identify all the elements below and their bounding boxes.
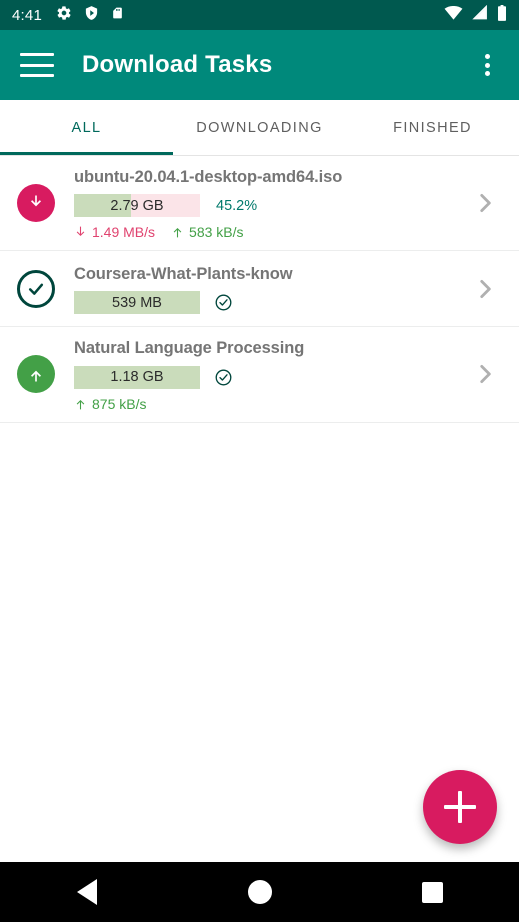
task-status-icon-wrap — [14, 269, 58, 308]
upload-arrow-circle-icon[interactable] — [17, 355, 55, 394]
task-size: 1.18 GB — [110, 369, 164, 386]
progress-bar: 2.79 GB — [74, 194, 200, 218]
plus-icon-vertical — [458, 791, 462, 823]
table-row[interactable]: ubuntu-20.04.1-desktop-amd64.iso 2.79 GB… — [0, 156, 519, 252]
phone-screen: 4:41 Download Tasks ALL DOWNLOADING FINI… — [0, 0, 519, 922]
tab-active-indicator — [0, 152, 173, 155]
upload-speed: 583 kB/s — [171, 224, 244, 241]
upload-speed: 875 kB/s — [74, 396, 146, 412]
app-bar: Download Tasks — [0, 30, 519, 100]
status-bar-left-icons — [56, 5, 124, 26]
gear-icon — [56, 5, 72, 26]
back-triangle-icon — [76, 879, 97, 905]
task-status-icon-wrap — [14, 355, 58, 394]
upload-arrow-icon — [173, 228, 182, 238]
battery-icon — [497, 4, 507, 26]
sd-card-icon — [111, 5, 124, 26]
task-size: 539 MB — [112, 294, 162, 311]
task-title: Coursera-What-Plants-know — [74, 265, 293, 284]
home-circle-icon — [247, 880, 272, 904]
upload-arrow-icon — [76, 399, 85, 409]
download-speed: 1.49 MB/s — [74, 224, 155, 240]
add-task-fab[interactable] — [423, 770, 497, 844]
shield-play-icon — [84, 5, 99, 26]
task-title: Natural Language Processing — [74, 339, 305, 358]
task-progress-row: 2.79 GB 45.2% — [74, 194, 459, 218]
task-list: ubuntu-20.04.1-desktop-amd64.iso 2.79 GB… — [0, 156, 519, 423]
recents-square-icon — [422, 881, 443, 903]
download-speed-value: 1.49 MB/s — [92, 224, 156, 241]
cellular-signal-icon — [472, 4, 488, 25]
upload-speed-value: 875 kB/s — [92, 395, 147, 412]
nav-back-button[interactable] — [0, 879, 173, 905]
hamburger-menu-icon[interactable] — [20, 53, 54, 77]
task-progress-row: 1.18 GB — [74, 365, 459, 389]
task-percent: 45.2% — [216, 197, 258, 214]
table-row[interactable]: Coursera-What-Plants-know 539 MB — [0, 251, 519, 328]
tab-downloading[interactable]: DOWNLOADING — [173, 100, 346, 155]
status-bar: 4:41 — [0, 0, 519, 30]
status-bar-right-icons — [444, 4, 507, 26]
task-progress-row: 539 MB — [74, 291, 459, 315]
chevron-right-icon[interactable] — [465, 361, 505, 387]
task-speed-row: 875 kB/s — [74, 396, 459, 412]
task-complete-check-icon — [214, 293, 233, 312]
task-info: Coursera-What-Plants-know 539 MB — [58, 263, 465, 315]
progress-bar: 539 MB — [74, 291, 200, 315]
task-size: 2.79 GB — [110, 197, 164, 214]
download-arrow-circle-icon[interactable] — [17, 184, 55, 223]
nav-home-button[interactable] — [173, 880, 346, 904]
progress-bar: 1.18 GB — [74, 365, 200, 389]
task-info: Natural Language Processing 1.18 GB 875 … — [58, 337, 465, 412]
check-circle-outline-icon[interactable] — [17, 269, 55, 308]
tab-all[interactable]: ALL — [0, 100, 173, 155]
task-status-icon-wrap — [14, 184, 58, 223]
task-info: ubuntu-20.04.1-desktop-amd64.iso 2.79 GB… — [58, 166, 465, 240]
chevron-right-icon[interactable] — [465, 276, 505, 302]
task-complete-check-icon — [214, 368, 233, 387]
task-title: ubuntu-20.04.1-desktop-amd64.iso — [74, 168, 343, 186]
task-speed-row: 1.49 MB/s 583 kB/s — [74, 224, 459, 240]
android-navigation-bar — [0, 862, 519, 922]
upload-speed-value: 583 kB/s — [189, 224, 244, 241]
download-arrow-icon — [76, 226, 85, 237]
tab-bar: ALL DOWNLOADING FINISHED — [0, 100, 519, 156]
tab-finished[interactable]: FINISHED — [346, 100, 519, 155]
nav-recents-button[interactable] — [346, 881, 519, 903]
chevron-right-icon[interactable] — [465, 190, 505, 216]
wifi-icon — [444, 5, 463, 25]
table-row[interactable]: Natural Language Processing 1.18 GB 875 … — [0, 327, 519, 423]
status-bar-clock: 4:41 — [12, 6, 42, 24]
overflow-menu-icon[interactable] — [475, 52, 499, 78]
page-title: Download Tasks — [82, 51, 273, 78]
